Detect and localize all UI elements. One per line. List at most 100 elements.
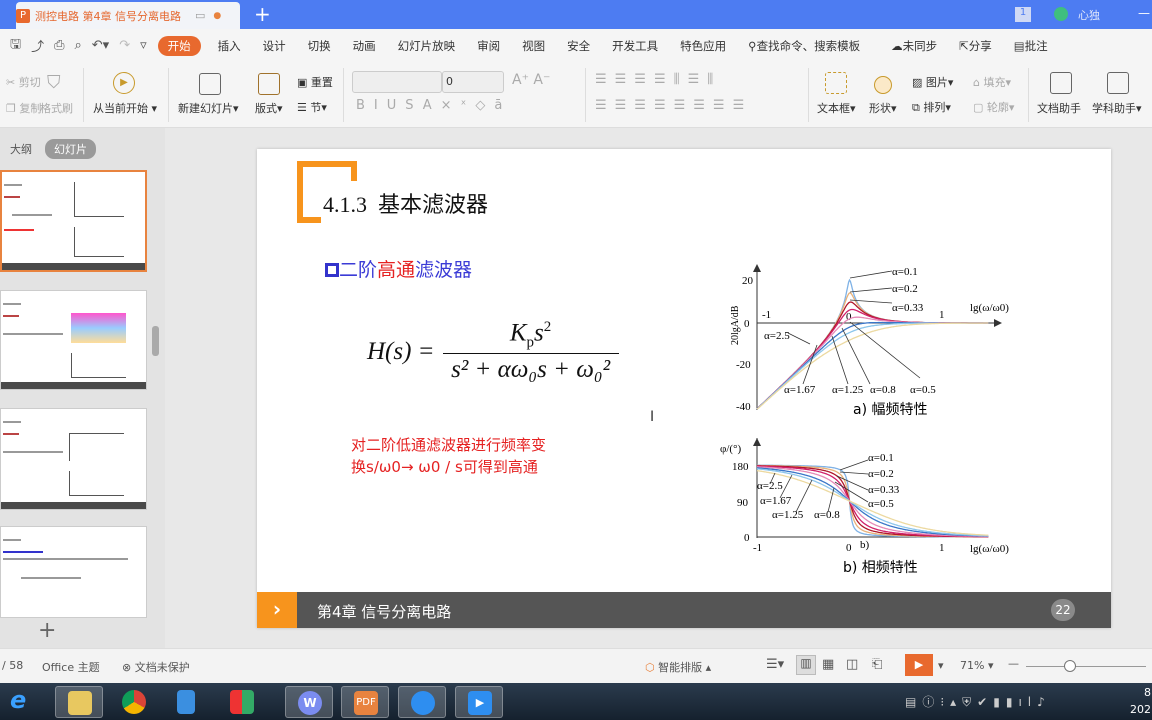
zoom-slider[interactable] <box>1026 666 1146 667</box>
layout-button[interactable]: 版式▾ <box>255 100 283 116</box>
font-name-select[interactable] <box>352 71 442 93</box>
subject-assistant-icon <box>1107 72 1129 94</box>
menu-animation[interactable]: 动画 <box>353 38 376 54</box>
slide-canvas[interactable]: 4.1.3 基本滤波器 二阶高通滤波器 H(s) = Kps2 s² + αω₀… <box>257 149 1111 628</box>
tab-outline[interactable]: 大纲 <box>10 141 32 157</box>
menu-view[interactable]: 视图 <box>522 38 545 54</box>
zoom-out-button[interactable]: — <box>1008 657 1019 670</box>
magnitude-chart: 20 0 -20 -40 -1 0 1 lg(ω/ω0) 20lgA/dB α=… <box>730 264 1009 418</box>
menu-special[interactable]: 特色应用 <box>680 38 726 54</box>
document-tab[interactable]: P 测控电路 第4章 信号分离电路 ▭ ● <box>16 2 240 29</box>
shape-button[interactable]: 形状▾ <box>869 100 897 116</box>
series-label: α=0.8 <box>870 384 896 396</box>
arrange-button[interactable]: ⧉ 排列▾ <box>912 99 951 115</box>
tab-slides[interactable]: 幻灯片 <box>45 139 96 159</box>
comment-label: 批注 <box>1024 38 1048 53</box>
search-command[interactable]: ⚲查找命令、搜索模板 <box>748 38 860 54</box>
slide-thumbnail[interactable] <box>0 526 147 618</box>
formula-p: p <box>526 334 535 351</box>
play-from-current-button[interactable]: 从当前开始 ▾ <box>93 100 157 116</box>
textbox-button[interactable]: 文本框▾ <box>817 100 856 116</box>
comment-button[interactable]: ▤批注 <box>1014 38 1048 54</box>
menu-bar: 🖫 ⤴ ⎙ ⌕ ↶▾ ↷ ▿ 开始 插入 设计 切换 动画 幻灯片放映 审阅 视… <box>0 29 1152 62</box>
save-icon[interactable]: 🖫 <box>10 35 21 57</box>
y-tick-label: 90 <box>737 497 749 509</box>
picture-button[interactable]: ▨ 图片▾ <box>912 74 953 90</box>
reading-view-icon[interactable]: ◫ <box>846 657 858 672</box>
section-button[interactable]: ☰ 节▾ <box>297 99 327 115</box>
print-icon[interactable]: ⎙ <box>54 38 64 53</box>
taskbar-bird-app[interactable] <box>398 686 446 718</box>
zoom-slider-handle[interactable] <box>1064 660 1076 672</box>
add-slide-button[interactable]: + <box>38 618 56 643</box>
taskbar-video-app[interactable]: ▶ <box>455 686 503 718</box>
theme-name[interactable]: Office 主题 <box>42 659 100 675</box>
magnitude-curve-alpha-1.25 <box>756 321 989 410</box>
subject-assistant-button[interactable]: 学科助手▾ <box>1092 100 1142 116</box>
sync-status[interactable]: ☁未同步 <box>891 38 937 54</box>
cut-button[interactable]: ✂ 剪切 <box>6 74 41 90</box>
normal-view-icon[interactable]: ▥ <box>796 655 816 675</box>
taskbar-pdf[interactable]: PDF <box>341 686 389 718</box>
panel-scrollbar[interactable] <box>152 326 159 356</box>
doc-assistant-button[interactable]: 文档助手 <box>1037 100 1081 116</box>
share-button[interactable]: ⇱分享 <box>959 38 992 54</box>
font-style-buttons[interactable]: BIUSA×ˣ◇ā <box>356 98 511 113</box>
play-options-icon[interactable]: ▾ <box>938 659 944 672</box>
undo-icon[interactable]: ↶▾ <box>92 38 109 53</box>
notes-toggle-icon[interactable]: ☰▾ <box>766 657 784 672</box>
print-preview-icon[interactable]: ⌕ <box>75 38 82 53</box>
outline-button[interactable]: ▢ 轮廓▾ <box>973 99 1014 115</box>
protection-status[interactable]: ⊗ 文档未保护 <box>122 659 190 675</box>
menu-review[interactable]: 审阅 <box>477 38 500 54</box>
menu-developer[interactable]: 开发工具 <box>612 38 658 54</box>
taskbar-app-colors[interactable] <box>218 686 266 718</box>
sorter-view-icon[interactable]: ▦ <box>822 657 834 672</box>
font-size-select[interactable]: 0 <box>442 71 504 93</box>
menu-transition[interactable]: 切换 <box>308 38 331 54</box>
format-painter-button[interactable]: 格式刷 <box>40 100 73 116</box>
taskbar-chrome[interactable] <box>110 686 158 718</box>
redo-icon[interactable]: ↷ <box>119 38 130 53</box>
smart-layout-icon: ⬡ <box>645 661 655 674</box>
chevron-right-icon: › <box>257 592 297 628</box>
paragraph-list-buttons[interactable]: ☰☰☰☰⫼☰⫼ <box>595 72 721 87</box>
reset-button[interactable]: ▣ 重置 <box>297 74 333 90</box>
new-slide-button[interactable]: 新建幻灯片▾ <box>178 100 239 116</box>
taskbar-app-blue[interactable] <box>162 686 210 718</box>
paragraph-align-buttons[interactable]: ☰☰☰☰☰☰☰☰ <box>595 98 752 113</box>
taskbar-explorer[interactable] <box>55 686 103 718</box>
menu-security[interactable]: 安全 <box>567 38 590 54</box>
taskbar-ie[interactable]: e <box>0 686 48 718</box>
page-number: 22 <box>1051 599 1075 621</box>
presenter-view-icon[interactable]: ⎗ <box>872 657 882 672</box>
user-name[interactable]: 心独 <box>1078 7 1100 23</box>
font-size-increase-icon[interactable]: A⁺ A⁻ <box>512 72 550 88</box>
layout-label: 版式 <box>255 102 277 115</box>
minimize-button[interactable]: — <box>1138 6 1150 20</box>
fill-button[interactable]: ⌂ 填充▾ <box>973 74 1011 90</box>
play-slideshow-button[interactable]: ▶ <box>905 654 933 676</box>
unsaved-dot-icon: ● <box>213 10 222 21</box>
slide-thumbnail[interactable] <box>0 290 147 390</box>
export-icon[interactable]: ⤴ <box>31 36 44 55</box>
menu-slideshow[interactable]: 幻灯片放映 <box>398 38 456 54</box>
avatar[interactable] <box>1054 7 1068 21</box>
system-tray-icons[interactable]: ▤ⓘ⁝▴⛨✔▮▮ıl♪ <box>905 693 1051 710</box>
document-title: 测控电路 第4章 信号分离电路 <box>35 9 181 23</box>
series-label: α=1.25 <box>832 384 864 396</box>
taskbar-wps[interactable]: W <box>285 686 333 718</box>
series-label: α=2.5 <box>764 330 790 342</box>
slide-thumbnail[interactable] <box>0 170 147 272</box>
menu-home[interactable]: 开始 <box>157 35 201 56</box>
monitor-icon[interactable]: ▭ <box>195 9 205 22</box>
smart-layout-button[interactable]: ⬡ 智能排版 ▴ <box>645 659 711 675</box>
zoom-level[interactable]: 71% ▾ <box>960 659 993 672</box>
menu-design[interactable]: 设计 <box>263 38 286 54</box>
customize-icon[interactable]: ▿ <box>140 38 147 53</box>
slide-thumbnail[interactable] <box>0 408 147 510</box>
menu-insert[interactable]: 插入 <box>218 38 241 54</box>
copy-button[interactable]: ❐ 复制 <box>6 100 41 116</box>
window-count-badge[interactable]: 1 <box>1015 7 1031 22</box>
new-tab-button[interactable]: + <box>254 2 271 26</box>
